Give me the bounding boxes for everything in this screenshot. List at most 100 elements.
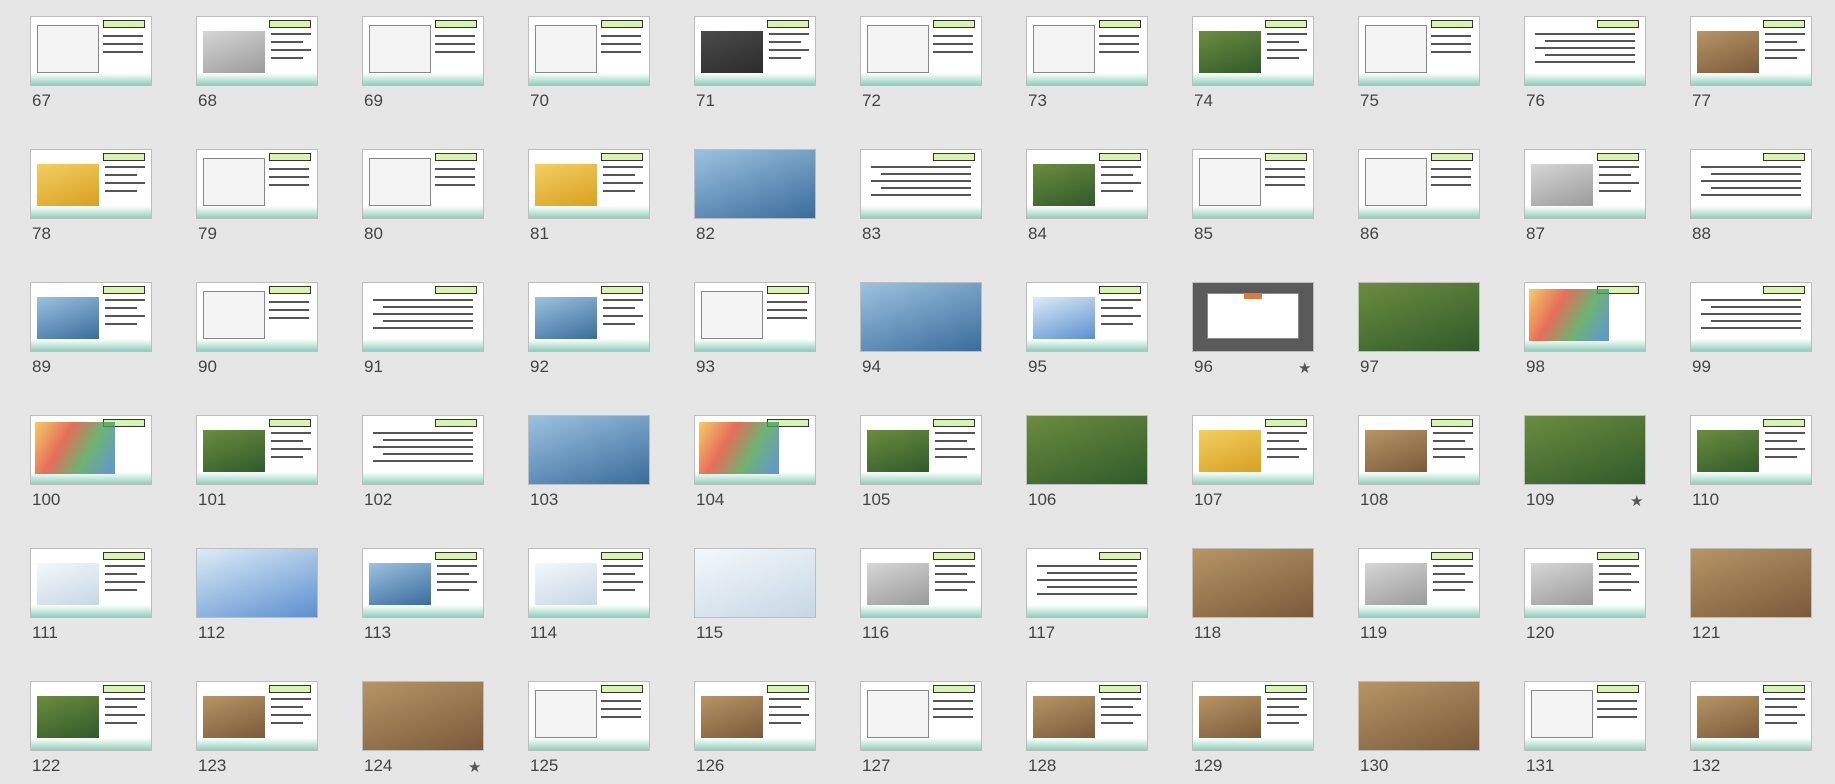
slide-preview[interactable] [30, 149, 152, 219]
slide-preview[interactable] [860, 282, 982, 352]
slide-thumbnail[interactable]: 99 [1690, 282, 1812, 382]
slide-thumbnail[interactable]: 126 [694, 681, 816, 781]
slide-thumbnail[interactable]: 108 [1358, 415, 1480, 515]
slide-thumbnail[interactable]: 74 [1192, 16, 1314, 116]
slide-preview[interactable] [528, 149, 650, 219]
slide-thumbnail[interactable]: 86 [1358, 149, 1480, 249]
slide-preview[interactable] [1358, 548, 1480, 618]
slide-thumbnail[interactable]: 91 [362, 282, 484, 382]
slide-preview[interactable] [362, 415, 484, 485]
slide-preview[interactable] [1358, 415, 1480, 485]
slide-preview[interactable] [694, 548, 816, 618]
slide-thumbnail[interactable]: 106 [1026, 415, 1148, 515]
slide-thumbnail[interactable]: 120 [1524, 548, 1646, 648]
slide-preview[interactable] [528, 415, 650, 485]
slide-preview[interactable] [1192, 681, 1314, 751]
slide-thumbnail[interactable]: 125 [528, 681, 650, 781]
slide-thumbnail[interactable]: 114 [528, 548, 650, 648]
slide-thumbnail[interactable]: 73 [1026, 16, 1148, 116]
slide-preview[interactable] [694, 282, 816, 352]
slide-preview[interactable] [1026, 282, 1148, 352]
slide-preview[interactable] [694, 415, 816, 485]
slide-thumbnail[interactable]: 96 ★ [1192, 282, 1314, 382]
slide-preview[interactable] [1358, 681, 1480, 751]
slide-preview[interactable] [196, 548, 318, 618]
slide-thumbnail[interactable]: 97 [1358, 282, 1480, 382]
slide-preview[interactable] [1690, 16, 1812, 86]
slide-thumbnail[interactable]: 89 [30, 282, 152, 382]
slide-thumbnail[interactable]: 102 [362, 415, 484, 515]
slide-thumbnail[interactable]: 130 [1358, 681, 1480, 781]
slide-preview[interactable] [528, 681, 650, 751]
slide-preview[interactable] [196, 415, 318, 485]
slide-preview[interactable] [1026, 681, 1148, 751]
slide-preview[interactable] [1026, 149, 1148, 219]
slide-thumbnail[interactable]: 93 [694, 282, 816, 382]
slide-thumbnail[interactable]: 77 [1690, 16, 1812, 116]
slide-preview[interactable] [1524, 681, 1646, 751]
slide-preview[interactable] [860, 415, 982, 485]
slide-thumbnail[interactable]: 118 [1192, 548, 1314, 648]
slide-preview[interactable] [860, 16, 982, 86]
slide-thumbnail[interactable]: 95 [1026, 282, 1148, 382]
slide-thumbnail[interactable]: 111 [30, 548, 152, 648]
slide-thumbnail[interactable]: 107 [1192, 415, 1314, 515]
slide-thumbnail[interactable]: 124 ★ [362, 681, 484, 781]
slide-preview[interactable] [1524, 149, 1646, 219]
slide-thumbnail[interactable]: 129 [1192, 681, 1314, 781]
slide-thumbnail[interactable]: 104 [694, 415, 816, 515]
slide-preview[interactable] [860, 548, 982, 618]
slide-thumbnail[interactable]: 84 [1026, 149, 1148, 249]
slide-thumbnail[interactable]: 101 [196, 415, 318, 515]
slide-thumbnail[interactable]: 123 [196, 681, 318, 781]
slide-preview[interactable] [1524, 16, 1646, 86]
slide-thumbnail[interactable]: 69 [362, 16, 484, 116]
slide-preview[interactable] [1524, 548, 1646, 618]
slide-thumbnail[interactable]: 117 [1026, 548, 1148, 648]
slide-preview[interactable] [694, 149, 816, 219]
slide-thumbnail[interactable]: 83 [860, 149, 982, 249]
slide-preview[interactable] [30, 681, 152, 751]
slide-preview[interactable] [1192, 16, 1314, 86]
slide-preview[interactable] [860, 681, 982, 751]
slide-preview[interactable] [694, 681, 816, 751]
slide-preview[interactable] [30, 415, 152, 485]
slide-thumbnail[interactable]: 100 [30, 415, 152, 515]
slide-thumbnail[interactable]: 92 [528, 282, 650, 382]
slide-thumbnail[interactable]: 131 [1524, 681, 1646, 781]
slide-thumbnail[interactable]: 121 [1690, 548, 1812, 648]
slide-thumbnail[interactable]: 90 [196, 282, 318, 382]
slide-preview[interactable] [528, 548, 650, 618]
slide-preview[interactable] [1358, 282, 1480, 352]
slide-preview[interactable] [1026, 16, 1148, 86]
slide-thumbnail[interactable]: 71 [694, 16, 816, 116]
slide-preview[interactable] [1690, 415, 1812, 485]
slide-preview[interactable] [860, 149, 982, 219]
slide-preview[interactable] [362, 16, 484, 86]
slide-preview[interactable] [196, 149, 318, 219]
slide-thumbnail[interactable]: 105 [860, 415, 982, 515]
slide-preview[interactable] [1192, 149, 1314, 219]
slide-thumbnail[interactable]: 110 [1690, 415, 1812, 515]
slide-preview[interactable] [1192, 548, 1314, 618]
slide-thumbnail[interactable]: 109 ★ [1524, 415, 1646, 515]
slide-thumbnail[interactable]: 81 [528, 149, 650, 249]
slide-preview[interactable] [196, 282, 318, 352]
slide-thumbnail[interactable]: 119 [1358, 548, 1480, 648]
slide-thumbnail[interactable]: 68 [196, 16, 318, 116]
slide-preview[interactable] [1524, 415, 1646, 485]
slide-thumbnail[interactable]: 80 [362, 149, 484, 249]
slide-preview[interactable] [694, 16, 816, 86]
slide-preview[interactable] [30, 282, 152, 352]
slide-thumbnail[interactable]: 79 [196, 149, 318, 249]
slide-thumbnail[interactable]: 67 [30, 16, 152, 116]
slide-thumbnail[interactable]: 115 [694, 548, 816, 648]
slide-thumbnail[interactable]: 103 [528, 415, 650, 515]
slide-thumbnail[interactable]: 88 [1690, 149, 1812, 249]
slide-preview[interactable] [30, 548, 152, 618]
slide-thumbnail[interactable]: 132 [1690, 681, 1812, 781]
slide-preview[interactable] [196, 681, 318, 751]
slide-preview[interactable] [1026, 548, 1148, 618]
slide-preview[interactable] [196, 16, 318, 86]
slide-preview[interactable] [1358, 149, 1480, 219]
